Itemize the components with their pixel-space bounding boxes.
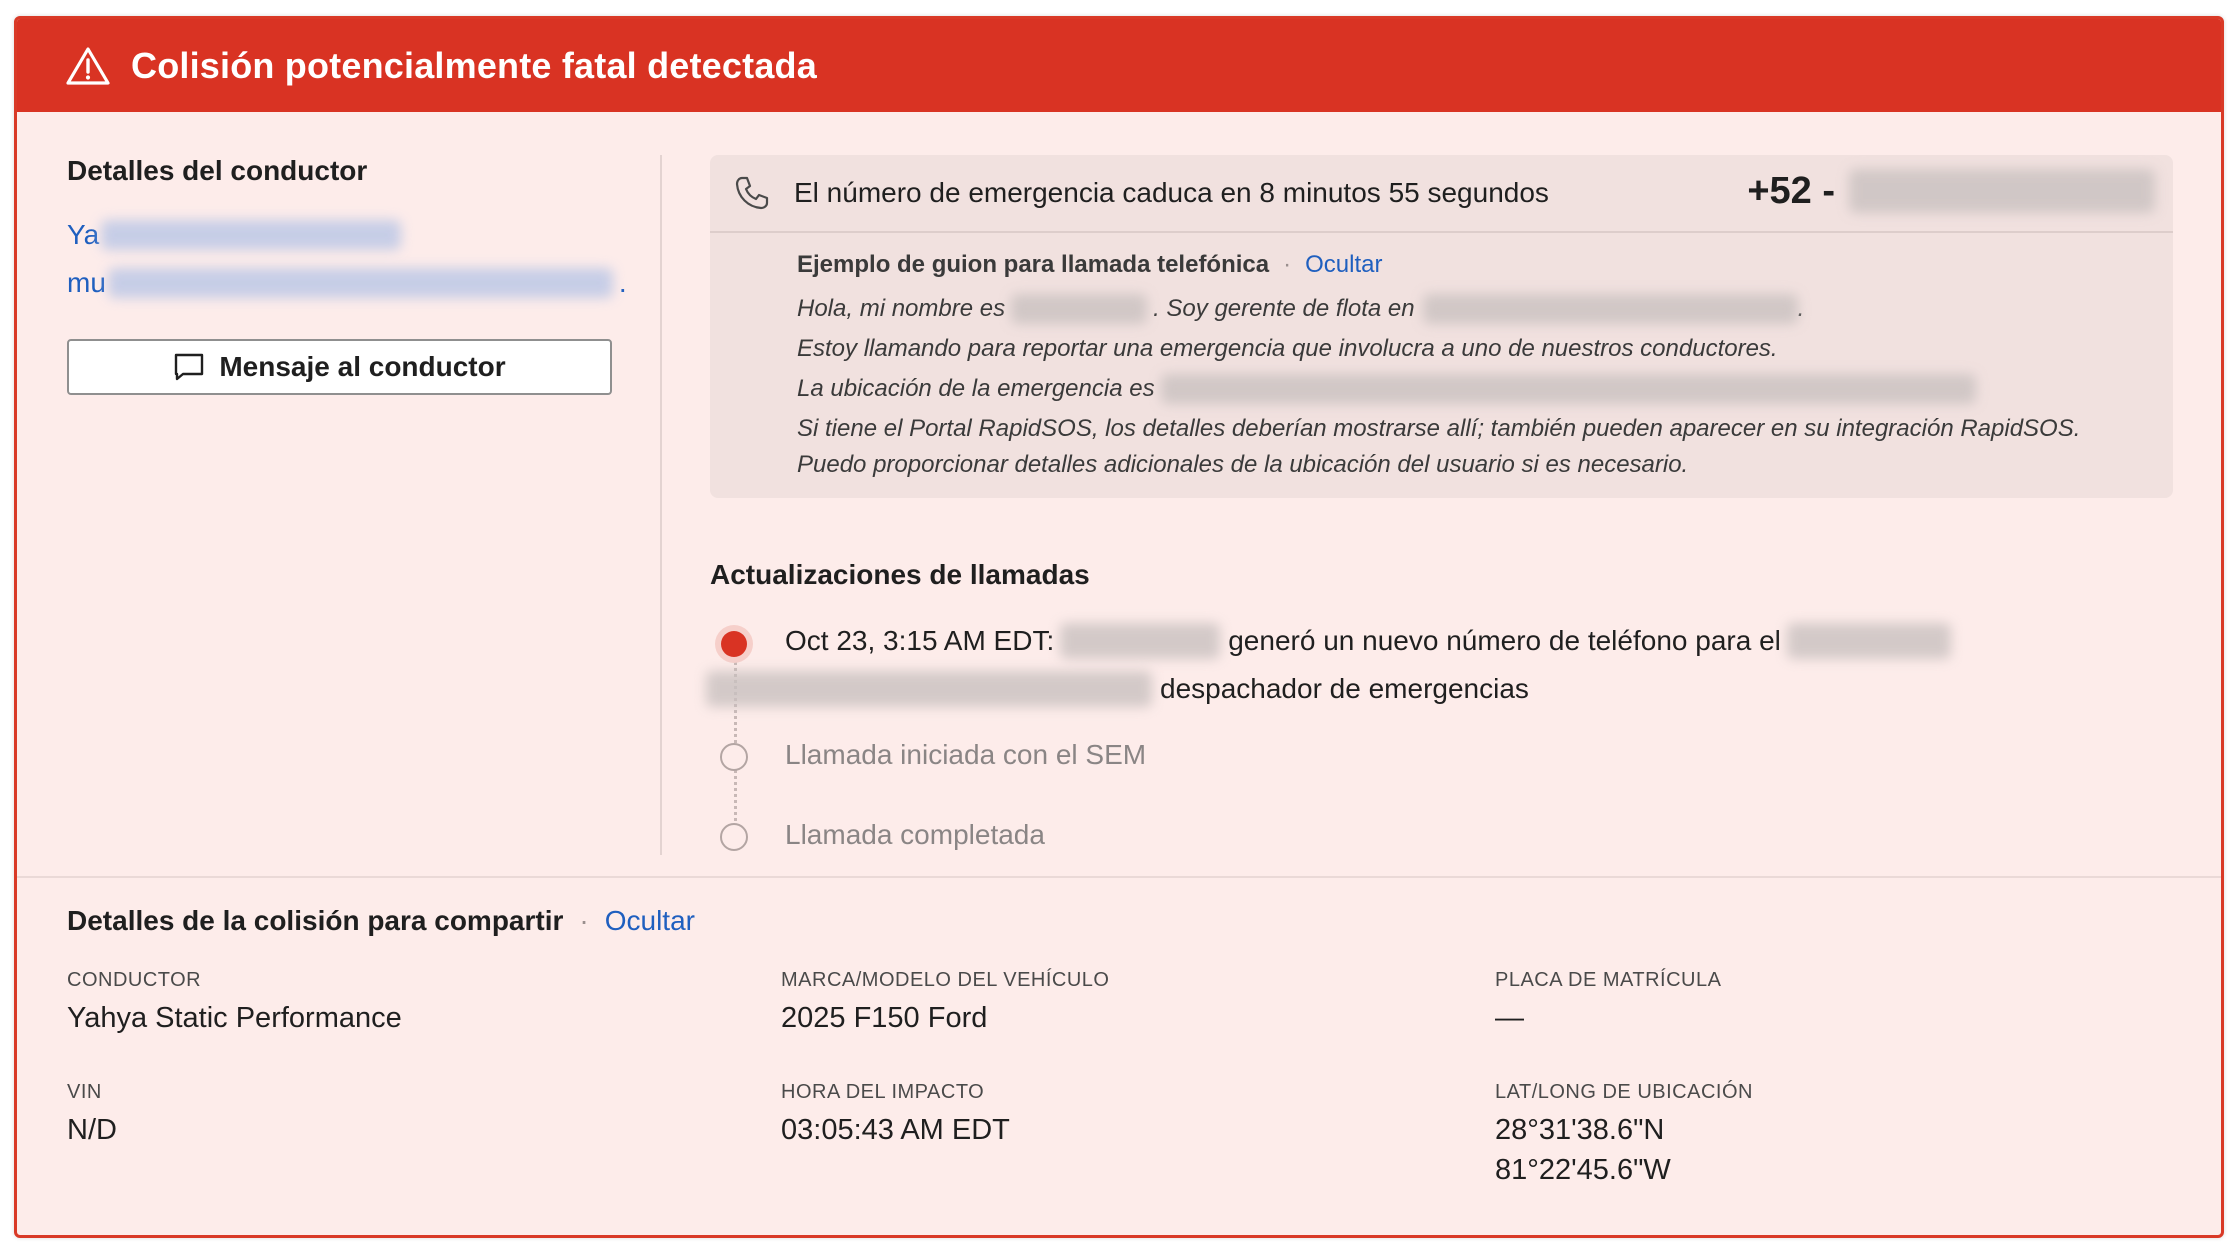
collision-alert-card: Colisión potencialmente fatal detectada … (14, 16, 2224, 1238)
field-vehicle: MARCA/MODELO DEL VEHÍCULO 2025 F150 Ford (781, 969, 1110, 1038)
redacted-emergency-location (1160, 374, 1976, 404)
field-vin-label: VIN (67, 1081, 102, 1103)
redacted-driver-name (101, 220, 402, 250)
hide-collision-details-link[interactable]: Ocultar (605, 905, 695, 937)
driver-details-title: Detalles del conductor (67, 155, 368, 186)
timeline-item-3: Llamada completada (785, 819, 1045, 850)
emergency-number-panel: El número de emergencia caduca en 8 minu… (710, 155, 2173, 498)
driver-email-suffix: . (618, 267, 627, 298)
field-vin-value: N/D (67, 1114, 117, 1146)
script-line-2: Estoy llamando para reportar una emergen… (797, 335, 1778, 362)
alert-title: Colisión potencialmente fatal detectada (131, 44, 817, 86)
field-vehicle-label: MARCA/MODELO DEL VEHÍCULO (781, 969, 1110, 991)
emergency-phone-number[interactable]: +52 - (1747, 169, 2155, 213)
field-location: LAT/LONG DE UBICACIÓN 28°31'38.6"N 81°22… (1495, 1081, 1753, 1190)
message-driver-label: Mensaje al conductor (219, 351, 506, 382)
field-vehicle-value: 2025 F150 Ford (781, 1002, 988, 1034)
column-divider (660, 155, 662, 855)
field-vin: VIN N/D (67, 1081, 117, 1150)
call-updates-title: Actualizaciones de llamadas (710, 559, 1090, 590)
driver-name-link[interactable]: Ya (67, 213, 627, 257)
script-line-3: La ubicación de la emergencia es (797, 369, 2173, 409)
script-line-3a: La ubicación de la emergencia es (797, 375, 1155, 402)
separator-dot: · (1283, 251, 1292, 278)
warning-triangle-icon (65, 46, 111, 86)
alert-header: Colisión potencialmente fatal detectada (17, 19, 2221, 112)
emergency-number-prefix: +52 - (1747, 169, 1835, 212)
timeline-dot-pending-1 (720, 743, 748, 771)
call-script: Ejemplo de guion para llamada telefónica… (710, 233, 2173, 481)
driver-email-prefix: mu (67, 267, 106, 298)
emergency-expiry-text: El número de emergencia caduca en 8 minu… (794, 177, 1549, 208)
timeline-dot-pending-2 (720, 823, 748, 851)
emergency-number-row: El número de emergencia caduca en 8 minu… (710, 155, 2173, 233)
driver-name-prefix: Ya (67, 219, 100, 250)
script-line-4: Si tiene el Portal RapidSOS, los detalle… (797, 415, 2081, 442)
field-driver-label: CONDUCTOR (67, 969, 202, 991)
redacted-manager-name (1011, 294, 1148, 324)
timeline-dot-active (721, 631, 747, 657)
script-line-1b: . Soy gerente de flota en (1153, 295, 1415, 322)
call-script-lines: Hola, mi nombre es . Soy gerente de flot… (797, 289, 2173, 481)
field-location-label: LAT/LONG DE UBICACIÓN (1495, 1081, 1753, 1103)
field-driver-value: Yahya Static Performance (67, 1002, 402, 1034)
redacted-dispatcher-region (1786, 623, 1951, 659)
separator-dot: · (579, 905, 589, 936)
collision-details-header: Detalles de la colisión para compartir ·… (67, 905, 695, 937)
redacted-phone-digits (1849, 169, 2155, 213)
driver-details-panel: Detalles del conductor Ya mu . Mensaje a… (67, 155, 627, 395)
field-plate-label: PLACA DE MATRÍCULA (1495, 969, 1722, 991)
call-script-header: Ejemplo de guion para llamada telefónica… (797, 251, 2173, 279)
field-plate: PLACA DE MATRÍCULA — (1495, 969, 1721, 1038)
redacted-driver-email (107, 268, 613, 298)
message-icon (173, 352, 205, 382)
timeline-item-1-end: despachador de emergencias (1160, 673, 1529, 704)
redacted-user-name (1060, 623, 1221, 659)
timeline-item-1-line-1: Oct 23, 3:15 AM EDT: generó un nuevo núm… (785, 623, 1951, 659)
redacted-dispatcher-name (706, 671, 1152, 707)
field-location-lat: 28°31'38.6"N (1495, 1114, 1665, 1146)
field-impact-time-label: HORA DEL IMPACTO (781, 1081, 985, 1103)
timeline-item-1-text: generó un nuevo número de teléfono para … (1228, 625, 1781, 656)
section-divider (17, 876, 2221, 878)
redacted-company-name (1422, 294, 1798, 324)
field-location-long: 81°22'45.6"W (1495, 1154, 1671, 1186)
message-driver-button[interactable]: Mensaje al conductor (67, 339, 612, 395)
script-line-1a: Hola, mi nombre es (797, 295, 1006, 322)
call-updates-timeline: Oct 23, 3:15 AM EDT: generó un nuevo núm… (706, 609, 2170, 869)
script-line-1: Hola, mi nombre es . Soy gerente de flot… (797, 289, 2173, 329)
timeline-item-2: Llamada iniciada con el SEM (785, 739, 1147, 770)
script-line-5: Puedo proporcionar detalles adicionales … (797, 451, 1689, 478)
collision-details-title: Detalles de la colisión para compartir (67, 905, 564, 936)
timeline-item-1-time: Oct 23, 3:15 AM EDT: (785, 625, 1055, 656)
call-script-title: Ejemplo de guion para llamada telefónica (797, 251, 1270, 278)
phone-icon (734, 175, 770, 211)
field-impact-time-value: 03:05:43 AM EDT (781, 1114, 1010, 1146)
hide-script-link[interactable]: Ocultar (1305, 251, 1382, 279)
driver-email-link[interactable]: mu . (67, 261, 627, 305)
script-line-1c: . (1797, 295, 1805, 322)
timeline-item-1-line-2: despachador de emergencias (706, 671, 1529, 707)
field-impact-time: HORA DEL IMPACTO 03:05:43 AM EDT (781, 1081, 1010, 1150)
field-plate-value: — (1495, 1002, 1524, 1034)
field-driver: CONDUCTOR Yahya Static Performance (67, 969, 402, 1038)
